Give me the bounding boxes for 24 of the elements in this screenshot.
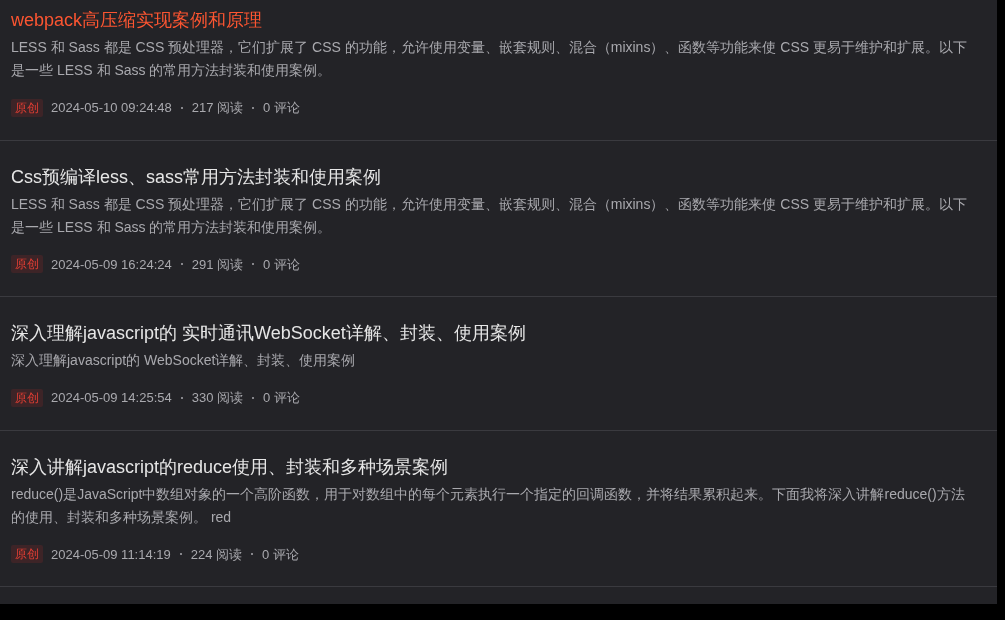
read-count: 217 阅读 [191, 99, 244, 117]
article-summary: reduce()是JavaScript中数组对象的一个高阶函数，用于对数组中的每个元素执行一个指定的回调函数，并将结果累积起来。下面我将深入讲解reduce()方法的使用、封装和多种场景案例。 red [11, 484, 966, 527]
article-summary: LESS 和 Sass 都是 CSS 预处理器，它们扩展了 CSS 的功能，允许使用变量、嵌套规则、混合（mixins）、函数等功能来使 CSS 更易于维护和扩展。以下是一些 LESS 和 Sass 的常用方法封装和使用案例。 [11, 194, 968, 237]
original-badge: 原创 [11, 255, 43, 274]
original-badge: 原创 [11, 545, 43, 564]
comment-count: 0 评论 [263, 99, 300, 117]
article-title-link[interactable]: 深入理解javascript的 实时通讯WebSocket详解、封装、使用案例 [11, 319, 526, 347]
original-badge: 原创 [11, 388, 43, 407]
article-summary: LESS 和 Sass 都是 CSS 预处理器，它们扩展了 CSS 的功能，允许使用变量、嵌套规则、混合（mixins）、函数等功能来使 CSS 更易于维护和扩展。以下是一些 LESS 和 Sass 的常用方法封装和使用案例。 [11, 38, 968, 80]
article-summary: 深入理解javascript的 WebSocket详解、封装、使用案例 [11, 351, 357, 370]
comment-count: 0 评论 [262, 545, 299, 564]
read-count: 224 阅读 [190, 545, 243, 564]
publish-date: 2024-05-10 09:24:48 [51, 99, 172, 117]
comment-count: 0 评论 [263, 255, 300, 274]
original-badge: 原创 [11, 98, 43, 117]
publish-date: 2024-05-09 11:14:19 [51, 545, 171, 564]
read-count: 291 阅读 [191, 255, 244, 274]
comment-count: 0 评论 [263, 389, 300, 407]
read-count: 330 阅读 [191, 389, 244, 407]
article-title-link[interactable]: webpack高压缩实现案例和原理 [11, 6, 263, 34]
publish-date: 2024-05-09 14:25:54 [51, 389, 172, 407]
article-title-link[interactable]: 深入讲解javascript的reduce使用、封装和多种场景案例 [11, 452, 449, 481]
publish-date: 2024-05-09 16:24:24 [51, 255, 172, 274]
article-title-link[interactable]: Css预编译less、sass常用方法封装和使用案例 [11, 162, 382, 191]
